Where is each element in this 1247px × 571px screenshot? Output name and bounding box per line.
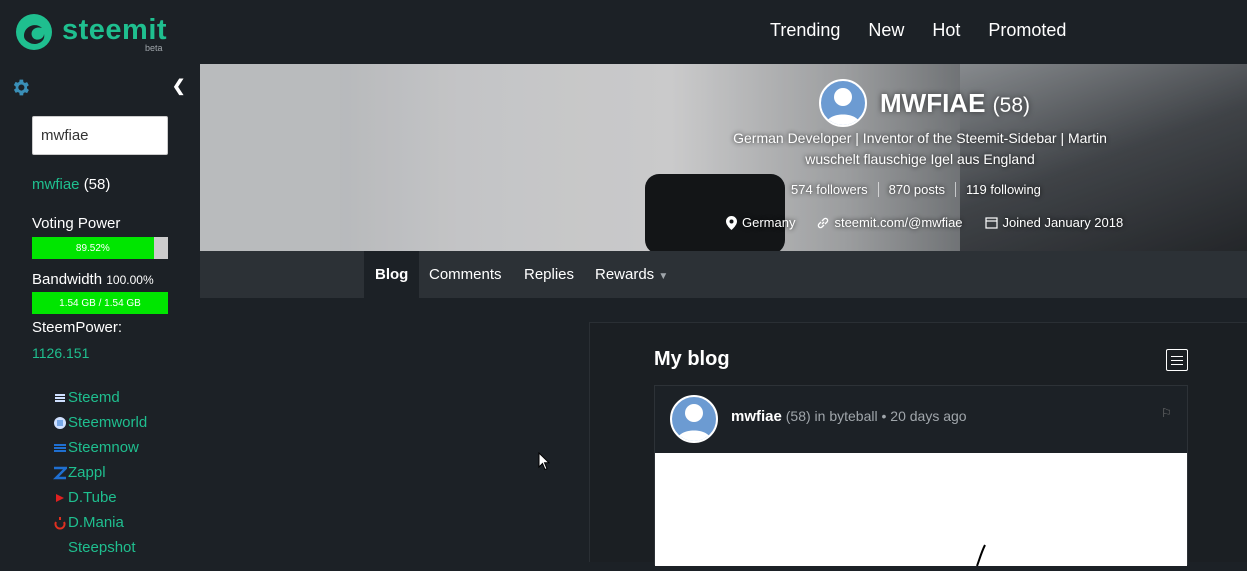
link-label[interactable]: Steepshot xyxy=(68,539,136,556)
tab-rewards[interactable]: Rewards ▼ xyxy=(584,251,679,298)
link-dmania[interactable]: D.Mania xyxy=(52,510,147,535)
link-steemnow[interactable]: Steemnow xyxy=(52,435,147,460)
calendar-icon xyxy=(984,217,998,229)
main-nav: Trending New Hot Promoted xyxy=(770,20,1094,41)
following-count[interactable]: 119 following xyxy=(956,182,1051,197)
username-input[interactable] xyxy=(32,116,168,155)
dmania-icon xyxy=(52,515,68,531)
post-image[interactable] xyxy=(655,453,1187,567)
sidebar-username[interactable]: mwfiae (58) xyxy=(32,176,110,193)
mouse-cursor-icon xyxy=(538,452,550,471)
voting-power-value: 89.52% xyxy=(32,237,154,259)
avatar-silhouette-icon xyxy=(826,88,860,125)
post-meta: mwfiae (58) in byteball • 20 days ago xyxy=(731,408,967,425)
steemnow-icon xyxy=(52,440,68,456)
tab-replies[interactable]: Replies xyxy=(513,251,585,298)
link-label[interactable]: D.Tube xyxy=(68,489,117,506)
profile-cover: MWFIAE (58) German Developer | Inventor … xyxy=(200,64,1247,251)
profile-avatar[interactable] xyxy=(819,79,867,127)
steemit-sidebar: ❮ mwfiae (58) Voting Power 89.52% Bandwi… xyxy=(0,64,200,556)
posts-count: 870 posts xyxy=(879,182,956,197)
avatar-silhouette-icon xyxy=(677,404,711,441)
link-label[interactable]: Steemworld xyxy=(68,414,147,431)
location-text: Germany xyxy=(742,215,796,230)
gear-icon[interactable] xyxy=(10,77,31,98)
link-steemworld[interactable]: Steemworld xyxy=(52,410,147,435)
nav-new[interactable]: New xyxy=(868,20,904,41)
profile-tabs: Blog Comments Replies Rewards ▼ xyxy=(200,251,1247,298)
nav-hot[interactable]: Hot xyxy=(932,20,960,41)
website-text[interactable]: steemit.com/@mwfiae xyxy=(834,215,962,230)
link-dtube[interactable]: D.Tube xyxy=(52,485,147,510)
link-label[interactable]: Zappl xyxy=(68,464,106,481)
dtube-icon xyxy=(52,490,68,506)
list-view-icon[interactable] xyxy=(1166,349,1188,371)
link-label[interactable]: Steemd xyxy=(68,389,120,406)
bandwidth-label: Bandwidth 100.00% xyxy=(32,271,154,288)
post-author-rep: (58) xyxy=(785,408,811,424)
blog-panel: My blog mwfiae (58) in byteball • 20 day… xyxy=(589,322,1247,567)
location-pin-icon xyxy=(726,215,737,230)
post-time[interactable]: • 20 days ago xyxy=(882,408,967,424)
post-card[interactable]: mwfiae (58) in byteball • 20 days ago ⚐ xyxy=(654,385,1188,567)
sidebar-username-text[interactable]: mwfiae xyxy=(32,176,80,193)
tab-blog[interactable]: Blog xyxy=(364,251,420,298)
bandwidth-label-text: Bandwidth xyxy=(32,271,103,288)
link-label[interactable]: D.Mania xyxy=(68,514,124,531)
post-avatar[interactable] xyxy=(670,395,718,443)
post-category[interactable]: byteball xyxy=(829,408,877,424)
followers-count[interactable]: 574 followers xyxy=(791,182,879,197)
link-steepshot[interactable]: Steepshot xyxy=(52,535,147,560)
post-in: in xyxy=(814,408,826,424)
voting-power-bar: 89.52% xyxy=(32,237,168,259)
link-steemd[interactable]: Steemd xyxy=(52,385,147,410)
steemworld-icon xyxy=(52,415,68,431)
link-label[interactable]: Steemnow xyxy=(68,439,139,456)
steempower-value: 1126.151 xyxy=(32,345,90,361)
profile-name: MWFIAE (58) xyxy=(880,88,1030,119)
profile-stats: 574 followers 870 posts 119 following xyxy=(791,182,1051,197)
logo-beta: beta xyxy=(145,43,163,53)
nav-trending[interactable]: Trending xyxy=(770,20,840,41)
main-content: My blog mwfiae (58) in byteball • 20 day… xyxy=(200,298,1247,567)
bandwidth-value: 1.54 GB / 1.54 GB xyxy=(32,292,168,314)
top-header: steemit beta Trending New Hot Promoted xyxy=(0,0,1247,64)
steepshot-icon xyxy=(52,540,68,556)
profile-rep: (58) xyxy=(992,94,1031,117)
nav-promoted[interactable]: Promoted xyxy=(988,20,1066,41)
bandwidth-bar: 1.54 GB / 1.54 GB xyxy=(32,292,168,314)
steemd-icon xyxy=(52,390,68,406)
steempower-label: SteemPower: xyxy=(32,319,123,336)
profile-website[interactable]: steemit.com/@mwfiae xyxy=(817,215,963,230)
voting-power-label: Voting Power xyxy=(32,215,121,232)
zappl-icon xyxy=(52,465,68,481)
steemit-logo-icon[interactable] xyxy=(14,12,54,52)
collapse-sidebar-button[interactable]: ❮ xyxy=(172,76,185,96)
profile-name-text: MWFIAE xyxy=(880,88,986,118)
sidebar-links: Steemd Steemworld Steemnow Zappl D.Tube … xyxy=(52,385,147,560)
profile-location: Germany xyxy=(726,215,795,230)
joined-text: Joined January 2018 xyxy=(1002,215,1124,230)
tab-comments[interactable]: Comments xyxy=(418,251,513,298)
chevron-down-icon: ▼ xyxy=(658,271,669,282)
sidebar-user-rep: (58) xyxy=(83,176,111,193)
profile-joined: Joined January 2018 xyxy=(984,215,1124,230)
post-author[interactable]: mwfiae xyxy=(731,408,782,425)
profile-about: German Developer | Inventor of the Steem… xyxy=(733,130,1107,167)
tab-rewards-label[interactable]: Rewards xyxy=(595,266,654,283)
flag-icon[interactable]: ⚐ xyxy=(1161,406,1172,420)
post-image-drawing xyxy=(976,544,986,567)
link-zappl[interactable]: Zappl xyxy=(52,460,147,485)
page-title: My blog xyxy=(654,348,730,370)
link-icon xyxy=(818,217,829,228)
bandwidth-percent: 100.00% xyxy=(106,273,154,287)
profile-meta: Germany steemit.com/@mwfiae Joined Janua… xyxy=(726,215,1123,230)
